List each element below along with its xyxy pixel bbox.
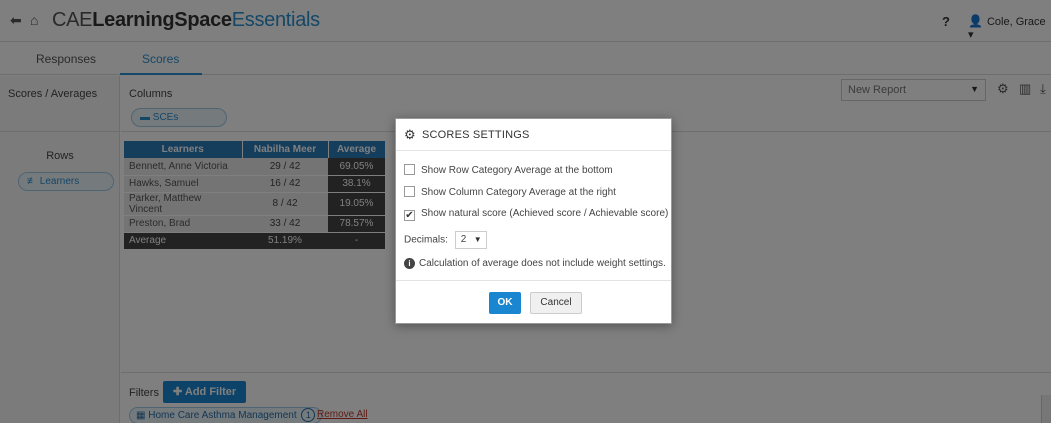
chevron-down-icon: ▼	[473, 235, 482, 244]
gear-icon: ⚙	[404, 127, 416, 142]
dialog-title: SCORES SETTINGS	[422, 129, 530, 141]
average-note: i Calculation of average does not include…	[404, 258, 666, 269]
decimals-value: 2	[460, 234, 467, 245]
option-row-category-average[interactable]: Show Row Category Average at the bottom	[404, 164, 613, 176]
dialog-header: ⚙ SCORES SETTINGS	[396, 119, 671, 151]
option-natural-score[interactable]: ✔ Show natural score (Achieved score / Ac…	[404, 208, 668, 221]
info-icon: i	[404, 258, 415, 269]
decimals-select[interactable]: 2 ▼	[454, 231, 487, 249]
option-column-category-average[interactable]: Show Column Category Average at the righ…	[404, 186, 616, 198]
scores-settings-dialog: ⚙ SCORES SETTINGS Show Row Category Aver…	[395, 118, 672, 324]
cancel-button[interactable]: Cancel	[530, 292, 582, 314]
checkbox-row-category-average[interactable]	[404, 164, 415, 175]
ok-button[interactable]: OK	[489, 292, 521, 314]
option-label: Show Row Category Average at the bottom	[421, 165, 613, 176]
option-label: Show natural score (Achieved score / Ach…	[421, 208, 669, 219]
decimals-row: Decimals: 2 ▼	[404, 231, 487, 249]
checkbox-column-category-average[interactable]	[404, 186, 415, 197]
option-label: Show Column Category Average at the righ…	[421, 187, 616, 198]
decimals-label: Decimals:	[404, 234, 448, 246]
dialog-footer: OK Cancel	[396, 280, 671, 324]
checkbox-natural-score[interactable]: ✔	[404, 210, 415, 221]
note-text: Calculation of average does not include …	[419, 258, 666, 269]
